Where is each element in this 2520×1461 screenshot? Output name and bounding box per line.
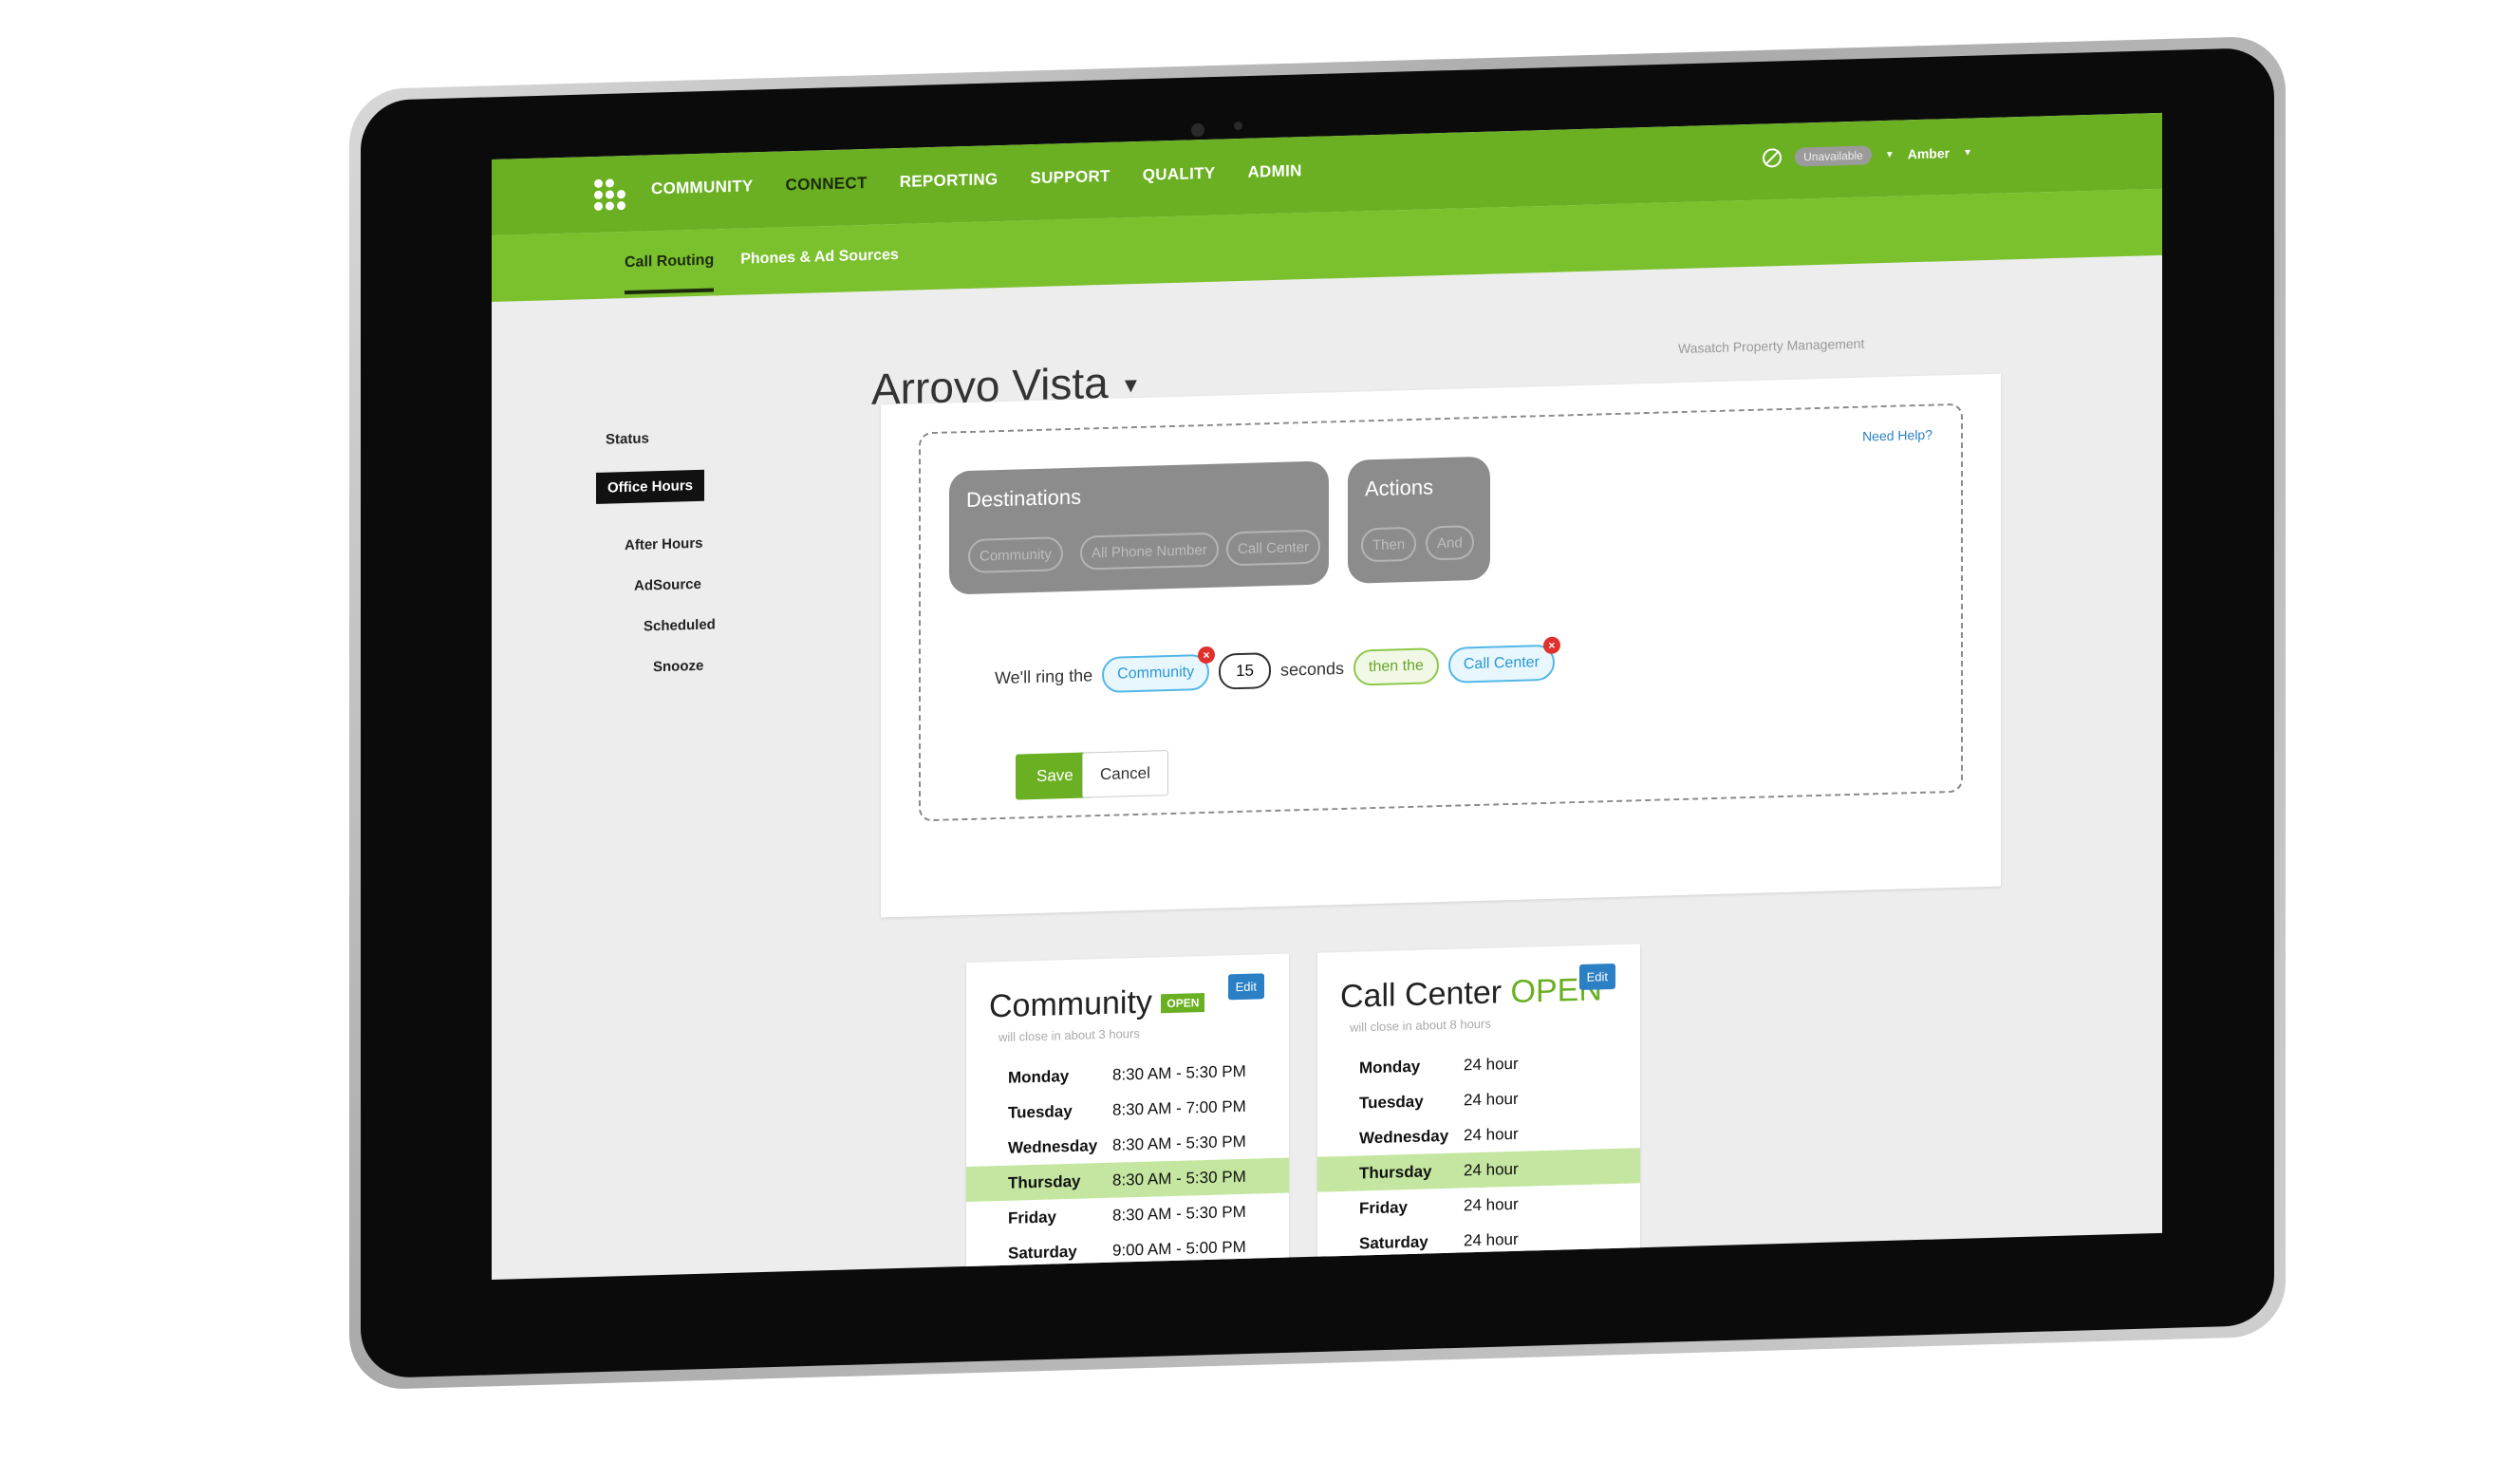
sidebar-item-after-hours[interactable]: After Hours <box>625 534 776 553</box>
day-cell: Thursday <box>1359 1161 1432 1182</box>
chip-call-center[interactable]: Call Center <box>1226 529 1321 567</box>
card-subtitle: will close in about 8 hours <box>1350 1016 1491 1035</box>
main-nav: COMMUNITY CONNECT REPORTING SUPPORT QUAL… <box>651 161 1302 198</box>
routing-rule: We'll ring the Community × 15 seconds the… <box>995 636 1560 696</box>
help-link[interactable]: Need Help? <box>1862 427 1932 444</box>
remove-icon[interactable]: × <box>1198 646 1216 665</box>
actions-group: Actions Then And <box>1348 456 1490 584</box>
tab-call-routing[interactable]: Call Routing <box>625 252 715 295</box>
day-cell: Thursday <box>1008 1171 1081 1192</box>
hours-cell: 24 hour <box>1464 1229 1519 1249</box>
tab-phones-ad-sources[interactable]: Phones & Ad Sources <box>740 247 899 291</box>
chip-and[interactable]: And <box>1426 525 1474 561</box>
hours-cell: 8:30 AM - 5:30 PM <box>1112 1167 1246 1189</box>
rule-prefix: We'll ring the <box>995 665 1093 687</box>
nav-reporting[interactable]: REPORTING <box>900 170 999 192</box>
hours-table: Monday 8:30 AM - 5:30 PM Tuesday 8:30 AM -… <box>966 1053 1289 1272</box>
day-cell: Friday <box>1359 1197 1409 1217</box>
sidebar: Status Office Hours After Hours AdSource… <box>596 427 776 702</box>
day-cell: Saturday <box>1008 1242 1077 1263</box>
hours-cell: 8:30 AM - 5:30 PM <box>1112 1061 1246 1084</box>
hours-cell: 8:30 AM - 5:30 PM <box>1112 1132 1246 1154</box>
open-badge: OPEN <box>1161 993 1205 1014</box>
rule-next-target-label: Call Center <box>1463 654 1540 673</box>
chip-community[interactable]: Community <box>968 536 1063 573</box>
sensor-icon <box>1234 122 1242 130</box>
card-title: Call Center OPEN <box>1340 971 1602 1016</box>
seconds-input[interactable]: 15 <box>1219 652 1271 690</box>
day-cell: Monday <box>1359 1057 1421 1077</box>
hours-cell: 24 hour <box>1464 1089 1519 1109</box>
nav-connect[interactable]: CONNECT <box>786 174 868 195</box>
hours-cell: 9:00 AM - 5:00 PM <box>1112 1237 1246 1260</box>
day-cell: Friday <box>1008 1207 1057 1227</box>
user-area: Unavailable ▼ Amber ▼ <box>1763 142 1972 168</box>
hours-cell: 24 hour <box>1464 1054 1519 1074</box>
hours-card-call-center: Call Center OPEN will close in about 8 h… <box>1317 944 1640 1266</box>
chip-then[interactable]: Then <box>1361 526 1417 563</box>
app-screen: COMMUNITY CONNECT REPORTING SUPPORT QUAL… <box>492 112 2162 1280</box>
hours-cell: 24 hour <box>1464 1194 1519 1214</box>
connector-chip[interactable]: then the <box>1353 647 1439 686</box>
day-cell: Monday <box>1008 1066 1070 1087</box>
rule-next-target-chip[interactable]: Call Center × <box>1447 636 1560 684</box>
brand-logo-icon[interactable] <box>594 178 636 217</box>
day-cell: Wednesday <box>1008 1135 1098 1157</box>
sidebar-item-status[interactable]: Status <box>606 427 776 447</box>
sidebar-item-adsource[interactable]: AdSource <box>634 574 776 594</box>
user-menu[interactable]: Amber <box>1908 145 1950 161</box>
day-cell: Tuesday <box>1359 1092 1424 1112</box>
sidebar-item-snooze[interactable]: Snooze <box>653 656 776 675</box>
destinations-group: Destinations Community All Phone Number … <box>949 460 1329 595</box>
edit-button[interactable]: Edit <box>1578 963 1615 991</box>
card-title-text: Community <box>989 983 1152 1025</box>
unavailable-icon <box>1763 148 1783 168</box>
hours-cell: 24 hour <box>1464 1159 1519 1179</box>
nav-support[interactable]: SUPPORT <box>1030 167 1110 188</box>
nav-quality[interactable]: QUALITY <box>1143 164 1216 185</box>
cancel-button[interactable]: Cancel <box>1082 750 1168 798</box>
nav-community[interactable]: COMMUNITY <box>651 177 754 198</box>
hours-cell: 8:30 AM - 5:30 PM <box>1112 1202 1246 1225</box>
chevron-down-icon[interactable]: ▼ <box>1885 149 1895 159</box>
nav-admin[interactable]: ADMIN <box>1247 161 1301 182</box>
card-title: Community OPEN <box>989 983 1205 1025</box>
rule-builder: Need Help? Destinations Community All Ph… <box>919 403 1963 822</box>
day-cell: Saturday <box>1359 1231 1428 1252</box>
hours-cell: 24 hour <box>1464 1124 1519 1144</box>
sidebar-item-office-hours[interactable]: Office Hours <box>596 469 705 504</box>
card-subtitle: will close in about 3 hours <box>999 1025 1140 1045</box>
camera-icon <box>1191 123 1204 137</box>
status-dropdown[interactable]: Unavailable <box>1795 145 1872 167</box>
card-title-text: Call Center <box>1340 974 1503 1016</box>
day-cell: Wednesday <box>1359 1126 1449 1147</box>
hours-card-community: Community OPEN will close in about 3 hou… <box>966 953 1289 1277</box>
caret-down-icon[interactable]: ▼ <box>1120 373 1141 398</box>
sidebar-item-scheduled[interactable]: Scheduled <box>644 615 776 634</box>
destinations-title: Destinations <box>966 484 1082 513</box>
chevron-down-icon[interactable]: ▼ <box>1963 147 1972 158</box>
seconds-label: seconds <box>1279 658 1345 680</box>
rule-target-chip[interactable]: Community × <box>1102 646 1216 694</box>
actions-title: Actions <box>1365 475 1434 501</box>
edit-button[interactable]: Edit <box>1227 973 1264 1001</box>
day-cell: Tuesday <box>1008 1101 1073 1122</box>
chip-all-phone-number[interactable]: All Phone Number <box>1080 532 1219 571</box>
hours-cell: 8:30 AM - 7:00 PM <box>1112 1096 1246 1119</box>
rule-target-label: Community <box>1117 664 1195 683</box>
sub-nav: Call Routing Phones & Ad Sources <box>625 247 899 295</box>
company-name: Wasatch Property Management <box>1678 335 1865 357</box>
routing-panel: Need Help? Destinations Community All Ph… <box>881 373 2001 918</box>
hours-table: Monday 24 hour Tuesday 24 hour Wednesday 24… <box>1317 1042 1640 1262</box>
remove-icon[interactable]: × <box>1542 636 1560 655</box>
